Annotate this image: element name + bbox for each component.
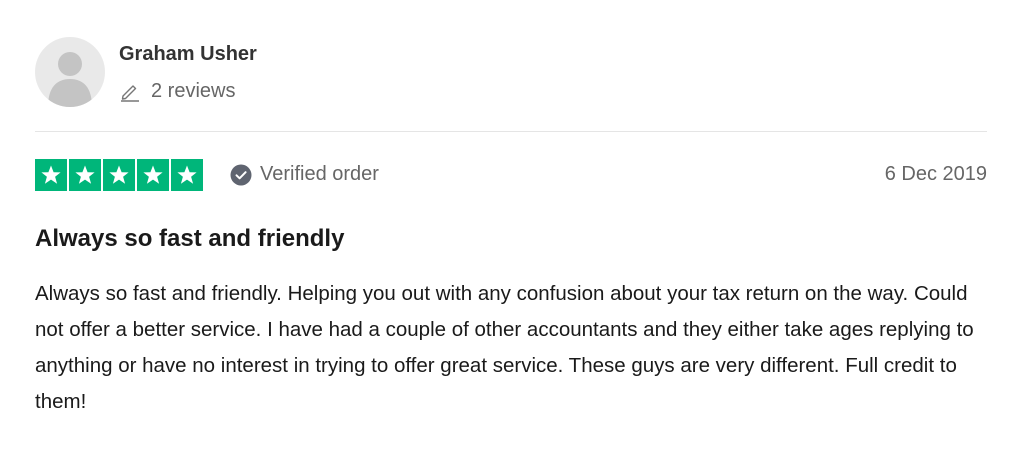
star-icon (35, 158, 67, 191)
star-icon (103, 158, 135, 191)
user-silhouette-icon (48, 52, 92, 107)
divider (35, 131, 987, 132)
star-rating (35, 158, 203, 191)
reviewer-name[interactable]: Graham Usher (119, 42, 257, 66)
review-card: Graham Usher 2 reviews Verified order 6 … (0, 0, 1024, 469)
reviewer-info: Graham Usher 2 reviews (119, 42, 257, 103)
review-body: Always so fast and friendly. Helping you… (35, 282, 974, 413)
pencil-icon (119, 80, 141, 102)
star-icon (171, 158, 203, 191)
star-icon (69, 158, 101, 191)
review-date: 6 Dec 2019 (884, 163, 987, 185)
avatar[interactable] (35, 37, 105, 107)
verified-badge[interactable]: Verified order (230, 163, 379, 186)
check-circle-icon (230, 164, 252, 186)
verified-label: Verified order (260, 163, 379, 185)
reviewer-header: Graham Usher 2 reviews (35, 36, 257, 108)
review-count-link[interactable]: 2 reviews (119, 79, 257, 103)
review-count-label: 2 reviews (151, 79, 236, 102)
review-title[interactable]: Always so fast and friendly (35, 222, 344, 256)
star-icon (137, 158, 169, 191)
review-meta: Verified order 6 Dec 2019 (35, 158, 987, 191)
